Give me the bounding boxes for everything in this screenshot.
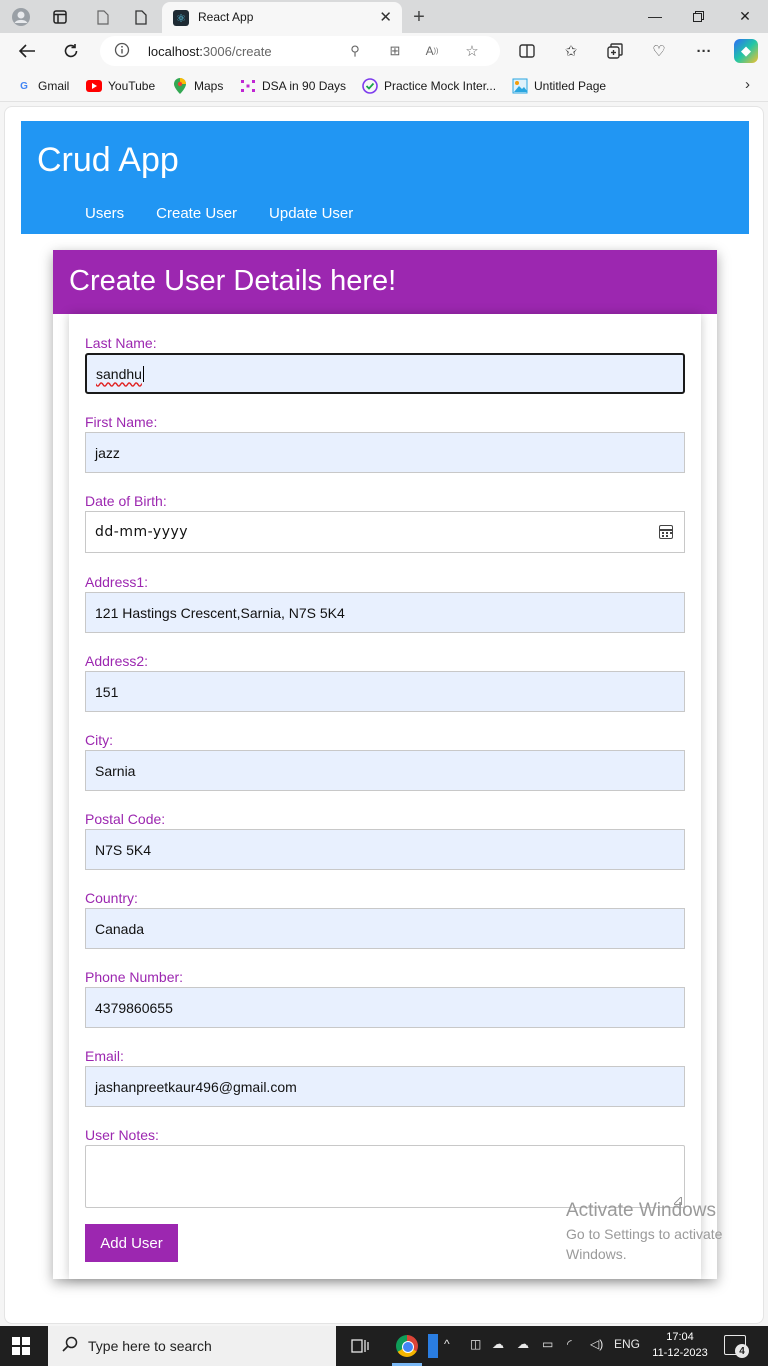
minimize-icon[interactable]: — [640,4,670,28]
address1-input[interactable]: 121 Hastings Crescent,Sarnia, N7S 5K4 [85,592,685,633]
new-tab-plus-icon[interactable]: + [408,6,430,28]
card-header: Create User Details here! [53,250,717,314]
language-indicator[interactable]: ENG [614,1337,640,1351]
favorites-icon[interactable]: ✩ [559,39,583,63]
wifi-icon[interactable]: ◜ [567,1337,572,1351]
app-title: Crud App [37,141,179,179]
restore-icon[interactable] [683,4,713,28]
activate-windows-watermark: Activate Windows Go to Settings to activ… [566,1200,723,1262]
tab-page-icon[interactable] [130,6,152,28]
refresh-icon[interactable] [58,39,84,63]
onedrive-sync-icon[interactable]: ☁ [492,1337,504,1351]
windows-start-icon[interactable] [12,1337,30,1355]
email-input[interactable]: jashanpreetkaur496@gmail.com [85,1066,685,1107]
page-viewport: Crud App Users Create User Update User C… [0,102,768,1326]
checkmark-badge-icon [362,78,378,94]
city-input[interactable]: Sarnia [85,750,685,791]
country-label: Country: [85,890,138,906]
chevron-right-icon[interactable]: › [745,76,750,93]
onedrive-icon[interactable]: ☁ [517,1337,529,1351]
notification-center-icon[interactable]: 4 [724,1335,749,1358]
app-header: Crud App Users Create User Update User [21,121,749,234]
bookmark-practice-mock[interactable]: Practice Mock Inter... [362,77,496,95]
tab-title: React App [198,10,254,24]
url-bar[interactable]: localhost:3006/create ⚲ ⊞ A)) ☆ [100,36,500,66]
battery-icon[interactable]: ▭ [542,1337,553,1351]
more-menu-icon[interactable]: ··· [692,39,716,63]
read-aloud-icon[interactable]: A)) [422,41,442,61]
nav-link-create-user[interactable]: Create User [156,205,237,222]
close-icon[interactable]: ✕ [379,8,392,26]
user-notes-label: User Notes: [85,1127,159,1143]
split-screen-icon[interactable] [515,39,539,63]
notification-count-badge: 4 [735,1344,749,1358]
tab-react-app[interactable]: ⚛ React App ✕ [162,2,402,33]
form-title: Create User Details here! [69,265,397,297]
favorite-star-icon[interactable]: ☆ [462,41,482,61]
page-image-icon [512,78,528,94]
add-user-button[interactable]: Add User [85,1224,178,1262]
first-name-input[interactable]: jazz [85,432,685,473]
address2-input[interactable]: 151 [85,671,685,712]
search-icon [62,1336,78,1357]
bookmark-maps[interactable]: Maps [172,77,223,95]
calendar-icon[interactable] [659,525,673,539]
bookmark-gmail[interactable]: G Gmail [16,77,69,95]
maps-pin-icon [172,78,188,94]
app-available-icon[interactable]: ⊞ [385,41,405,61]
windows-taskbar: Type here to search ^ ◫ ☁ ☁ ▭ ◜ ◁) ENG 1… [0,1326,768,1366]
phone-label: Phone Number: [85,969,184,985]
country-input[interactable]: Canada [85,908,685,949]
profile-icon[interactable] [10,6,32,28]
bookmarks-bar: G Gmail YouTube Maps DSA in 90 Days Prac… [0,69,768,102]
bookmark-dsa[interactable]: DSA in 90 Days [240,77,346,95]
text-caret [142,365,144,382]
volume-icon[interactable]: ◁) [590,1337,603,1351]
bookmark-youtube[interactable]: YouTube [86,77,155,95]
collections-icon[interactable] [603,39,627,63]
page-container: Crud App Users Create User Update User C… [4,106,764,1324]
postal-code-label: Postal Code: [85,811,166,827]
show-hidden-icons-chevron-icon[interactable]: ^ [444,1337,450,1351]
copilot-icon[interactable]: ◆ [734,39,758,63]
address-toolbar: localhost:3006/create ⚲ ⊞ A)) ☆ ✩ ♡ ··· … [0,33,768,69]
create-user-form: Last Name: sandhu First Name: jazz Date … [69,314,701,1279]
address1-label: Address1: [85,574,149,590]
user-notes-textarea[interactable] [85,1145,685,1208]
edge-taskbar-icon[interactable] [428,1334,438,1358]
key-icon[interactable]: ⚲ [345,41,365,61]
youtube-icon [86,79,102,93]
last-name-label: Last Name: [85,335,157,351]
task-view-icon[interactable] [348,1334,372,1358]
browser-essentials-icon[interactable]: ♡ [647,39,671,63]
postal-code-input[interactable]: N7S 5K4 [85,829,685,870]
site-info-icon[interactable] [114,42,130,61]
react-logo-icon: ⚛ [173,10,189,26]
nav-link-users[interactable]: Users [85,205,124,222]
google-icon: G [20,80,28,92]
browser-tab-bar: ⚛ React App ✕ + — ✕ [0,0,768,33]
dots-grid-icon [240,79,256,93]
url-text: localhost:3006/create [148,44,272,59]
email-label: Email: [85,1048,124,1064]
phone-input[interactable]: 4379860655 [85,987,685,1028]
workspaces-icon[interactable] [49,6,71,28]
dob-label: Date of Birth: [85,493,167,509]
dob-input[interactable]: dd-mm-yyyy [85,511,685,553]
last-name-input[interactable]: sandhu [85,353,685,394]
nav-link-update-user[interactable]: Update User [269,205,353,222]
chrome-icon[interactable] [395,1334,419,1358]
meet-now-icon[interactable]: ◫ [470,1337,481,1351]
system-clock[interactable]: 17:04 11-12-2023 [650,1329,710,1361]
create-user-card: Create User Details here! Last Name: san… [53,250,717,1279]
taskbar-search-box[interactable]: Type here to search [48,1326,336,1366]
app-nav: Users Create User Update User [85,205,353,222]
back-arrow-icon[interactable] [14,39,40,63]
first-name-label: First Name: [85,414,158,430]
tab-page-icon[interactable] [92,6,114,28]
city-label: City: [85,732,113,748]
bookmark-untitled-page[interactable]: Untitled Page [512,77,606,95]
address2-label: Address2: [85,653,149,669]
window-close-icon[interactable]: ✕ [730,4,760,28]
